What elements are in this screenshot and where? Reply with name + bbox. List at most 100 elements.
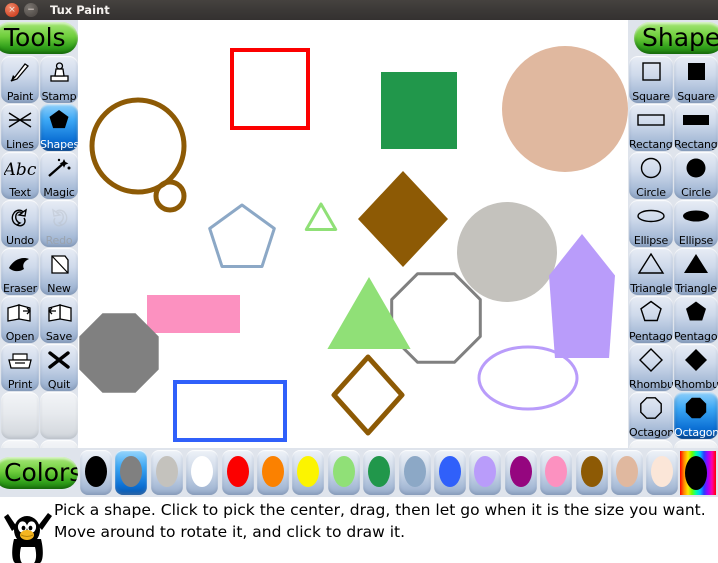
tan-circle-filled [502, 46, 628, 172]
shape-button-triangle-filled[interactable]: Triangle [674, 248, 718, 295]
color-swatch-orange[interactable] [257, 450, 289, 495]
color-swatch-pink[interactable] [540, 450, 573, 495]
shape-button-triangle-outline[interactable]: Triangle [629, 248, 673, 295]
tool-button-redo[interactable]: Redo [40, 200, 78, 247]
color-swatch-ink-light-purple [474, 456, 497, 487]
tool-button-quit[interactable]: Quit [40, 344, 78, 391]
shape-button-label: Square [632, 90, 670, 103]
gray-octagon-filled [79, 313, 159, 393]
tool-button-open[interactable]: Open [1, 296, 39, 343]
light-purple-ellipse-outline [477, 345, 579, 411]
window-close-icon[interactable]: × [5, 3, 19, 17]
red-square-outline [230, 48, 310, 130]
color-swatch-rainbow-picker[interactable] [680, 451, 716, 495]
tool-button-label: Eraser [2, 282, 38, 295]
tool-button-new[interactable]: New [40, 248, 78, 295]
shapes-header-label: Shapes [642, 23, 718, 52]
tool-button-label: Undo [6, 234, 34, 247]
shape-button-square-filled[interactable]: Square [674, 56, 718, 103]
color-swatch-gray[interactable] [115, 450, 148, 495]
green-small-triangle-outline [304, 202, 338, 231]
tool-button-stamp[interactable]: Stamp [40, 56, 78, 103]
shape-button-label: Ellipse [633, 234, 669, 247]
brown-rhombus-filled [358, 171, 448, 267]
color-swatch-ink-light-green [332, 456, 355, 487]
rectangle-outline-icon [637, 114, 665, 126]
shape-button-octagon-filled[interactable]: Octagon [674, 392, 718, 439]
shapes-header: Shapes [634, 22, 718, 54]
shape-button-label: Octagon [629, 426, 673, 439]
svg-text:Abc: Abc [4, 160, 36, 180]
printer-icon [8, 353, 32, 369]
shape-button-rectangle-outline[interactable]: Rectangle [629, 104, 673, 151]
tool-button-shapes[interactable]: Shapes [40, 104, 78, 151]
color-swatch-ink-cream [651, 456, 674, 487]
text-abc-icon: Abc [4, 160, 36, 180]
shape-button-square-outline[interactable]: Square [629, 56, 673, 103]
shape-button-rhombus-outline[interactable]: Rhombus [629, 344, 673, 391]
tools-header-label: Tools [4, 23, 66, 52]
color-swatch-light-green[interactable] [327, 450, 360, 495]
tool-button-text[interactable]: Abc Text [1, 152, 39, 199]
shape-icon-wrap [674, 299, 718, 325]
tool-button-paint[interactable]: Paint [1, 56, 39, 103]
pentagon-outline-icon [640, 300, 662, 322]
tool-button-lines[interactable]: Lines [1, 104, 39, 151]
shape-button-label: Pentagon [674, 330, 718, 343]
shape-icon-wrap [629, 299, 673, 325]
color-swatch-black[interactable] [80, 450, 112, 495]
hint-bar: Pick a shape. Click to pick the center, … [0, 497, 718, 563]
tool-button-print[interactable]: Print [1, 344, 39, 391]
color-swatch-magenta[interactable] [504, 450, 537, 495]
shapes-icon [49, 110, 69, 129]
shape-button-circle-outline[interactable]: Circle [629, 152, 673, 199]
color-swatch-light-gray[interactable] [150, 450, 183, 495]
shape-button-pentagon-filled[interactable]: Pentagon [674, 296, 718, 343]
shape-icon-wrap [674, 107, 718, 133]
open-folder-icon [7, 304, 31, 322]
shape-button-octagon-outline[interactable]: Octagon [629, 392, 673, 439]
color-swatch-green[interactable] [363, 450, 396, 495]
color-swatch-light-purple[interactable] [469, 450, 502, 495]
color-swatch-cream[interactable] [646, 450, 679, 495]
tool-icon-wrap [1, 251, 39, 277]
shape-button-ellipse-outline[interactable]: Ellipse [629, 200, 673, 247]
square-filled-icon [688, 63, 705, 80]
tool-slot-empty [40, 392, 78, 439]
shape-button-rectangle-filled[interactable]: Rectangle [674, 104, 718, 151]
shape-button-rhombus-filled[interactable]: Rhombus [674, 344, 718, 391]
shape-icon-wrap [629, 347, 673, 373]
ellipse-filled-icon [683, 210, 709, 222]
color-swatch-ink-white [191, 456, 214, 487]
light-blue-pentagon-outline [208, 203, 276, 268]
stamp-icon [50, 62, 69, 82]
color-swatch-blue[interactable] [434, 450, 466, 495]
color-swatch-red[interactable] [221, 450, 254, 495]
tool-button-save[interactable]: Save [40, 296, 78, 343]
color-swatch-brown[interactable] [575, 450, 608, 495]
window-minimize-icon[interactable]: − [24, 3, 38, 17]
new-page-icon [51, 255, 69, 274]
shape-button-circle-filled[interactable]: Circle [674, 152, 718, 199]
tool-button-eraser[interactable]: Eraser [1, 248, 39, 295]
tool-button-label: Paint [6, 90, 34, 103]
magic-wand-icon [48, 158, 71, 177]
tool-button-magic[interactable]: Magic [40, 152, 78, 199]
drawing-canvas[interactable] [78, 20, 628, 448]
color-swatch-tan[interactable] [611, 450, 643, 495]
hint-text: Pick a shape. Click to pick the center, … [54, 501, 706, 541]
shape-icon-wrap [629, 251, 673, 277]
color-swatch-white[interactable] [186, 450, 219, 495]
color-swatch-ink-green [368, 456, 391, 487]
triangle-filled-icon [684, 254, 708, 273]
tool-button-undo[interactable]: Undo [1, 200, 39, 247]
triangle-outline-icon [637, 252, 665, 274]
tool-button-label: Quit [47, 378, 71, 391]
shape-button-pentagon-outline[interactable]: Pentagon [629, 296, 673, 343]
color-swatch-yellow[interactable] [292, 450, 325, 495]
shape-button-ellipse-filled[interactable]: Ellipse [674, 200, 718, 247]
window-titlebar: × − Tux Paint [0, 0, 718, 20]
color-swatch-steel-blue[interactable] [398, 450, 431, 495]
brown-circle-outline [89, 97, 187, 195]
square-outline-icon [642, 62, 661, 81]
